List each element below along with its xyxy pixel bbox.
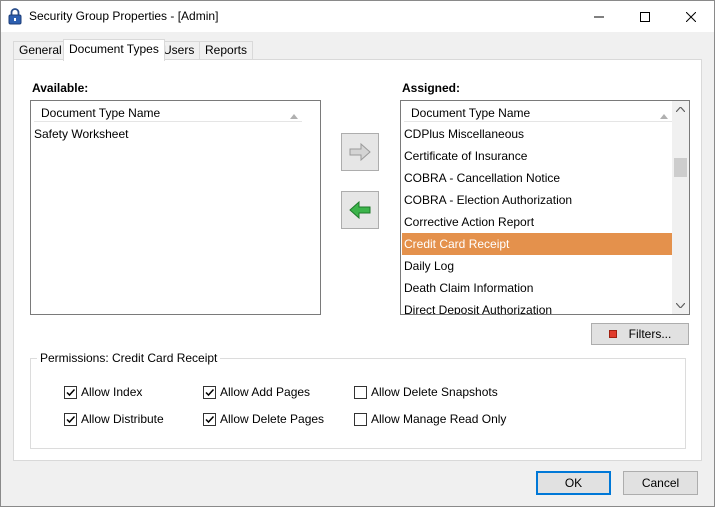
add-to-assigned-button[interactable]: [341, 133, 379, 171]
sort-ascending-icon: [290, 108, 298, 122]
assigned-row-selected[interactable]: Credit Card Receipt: [402, 233, 672, 255]
assigned-column-header[interactable]: Document Type Name: [404, 103, 672, 122]
assigned-row[interactable]: Certificate of Insurance: [402, 145, 672, 167]
arrow-left-icon: [349, 201, 371, 219]
allow-delete-snapshots-checkbox[interactable]: Allow Delete Snapshots: [354, 385, 498, 399]
red-square-icon: [608, 330, 617, 338]
assigned-row[interactable]: Corrective Action Report: [402, 211, 672, 233]
checkbox-checked-icon[interactable]: [203, 385, 216, 399]
checkbox-checked-icon[interactable]: [64, 385, 77, 399]
arrow-right-icon: [349, 143, 371, 161]
assigned-row[interactable]: COBRA - Election Authorization: [402, 189, 672, 211]
permissions-title: Permissions: Credit Card Receipt: [37, 351, 221, 365]
lock-icon: [8, 8, 22, 25]
allow-delete-pages-checkbox[interactable]: Allow Delete Pages: [203, 412, 324, 426]
checkbox-unchecked-icon[interactable]: [354, 412, 367, 426]
assigned-row[interactable]: COBRA - Cancellation Notice: [402, 167, 672, 189]
assigned-label: Assigned:: [402, 81, 461, 95]
close-icon: [686, 11, 696, 22]
minimize-button[interactable]: [576, 1, 622, 32]
title-bar[interactable]: Security Group Properties - [Admin]: [1, 1, 714, 32]
tab-document-types[interactable]: Document Types: [63, 39, 165, 61]
checkbox-checked-icon[interactable]: [203, 412, 216, 426]
assigned-row[interactable]: Daily Log: [402, 255, 672, 277]
close-button[interactable]: [668, 1, 714, 32]
available-label: Available:: [32, 81, 89, 95]
security-group-dialog: Security Group Properties - [Admin] Gene…: [0, 0, 715, 507]
allow-index-checkbox[interactable]: Allow Index: [64, 385, 142, 399]
scroll-up-icon[interactable]: [672, 101, 689, 118]
window-title: Security Group Properties - [Admin]: [29, 9, 219, 23]
available-column-header[interactable]: Document Type Name: [34, 103, 302, 122]
remove-from-assigned-button[interactable]: [341, 191, 379, 229]
allow-distribute-checkbox[interactable]: Allow Distribute: [64, 412, 164, 426]
available-list[interactable]: Document Type Name Safety Worksheet: [30, 100, 321, 315]
allow-add-pages-checkbox[interactable]: Allow Add Pages: [203, 385, 310, 399]
permissions-group: Permissions: Credit Card Receipt Allow I…: [30, 351, 686, 449]
assigned-list[interactable]: Document Type Name CDPlus Miscellaneous …: [400, 100, 690, 315]
tab-reports[interactable]: Reports: [199, 41, 254, 60]
checkbox-unchecked-icon[interactable]: [354, 385, 367, 399]
assigned-row[interactable]: Death Claim Information: [402, 277, 672, 299]
available-row[interactable]: Safety Worksheet: [32, 123, 129, 145]
assigned-row[interactable]: Direct Deposit Authorization: [402, 299, 672, 314]
sort-ascending-icon: [660, 108, 668, 122]
tab-general[interactable]: General: [13, 41, 68, 60]
document-types-panel: Available: Document Type Name Safety Wor…: [13, 59, 702, 461]
assigned-row[interactable]: CDPlus Miscellaneous: [402, 123, 672, 145]
assigned-scrollbar[interactable]: [672, 101, 689, 314]
ok-button[interactable]: OK: [536, 471, 611, 495]
scroll-down-icon[interactable]: [672, 297, 689, 314]
maximize-button[interactable]: [622, 1, 668, 32]
checkbox-checked-icon[interactable]: [64, 412, 77, 426]
allow-manage-read-only-checkbox[interactable]: Allow Manage Read Only: [354, 412, 506, 426]
filters-button[interactable]: Filters...: [591, 323, 689, 345]
scroll-thumb[interactable]: [674, 158, 687, 177]
cancel-button[interactable]: Cancel: [623, 471, 698, 495]
